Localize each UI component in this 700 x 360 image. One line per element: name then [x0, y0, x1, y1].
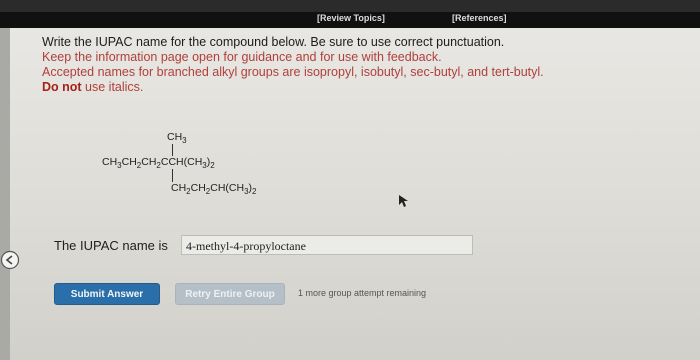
structure-bond-bottom: [172, 169, 173, 182]
instruction-rest: use italics.: [81, 80, 144, 94]
answer-label: The IUPAC name is: [54, 238, 168, 253]
instruction-bold: Do not: [42, 80, 82, 94]
submit-answer-button[interactable]: Submit Answer: [54, 283, 160, 305]
instruction-line-2: Keep the information page open for guida…: [42, 50, 442, 64]
mouse-pointer-icon: [399, 195, 408, 207]
structure-main-chain: CH3CH2CH2CCH(CH3)2: [102, 156, 215, 171]
retry-group-button[interactable]: Retry Entire Group: [175, 283, 285, 305]
structure-side-chain: CH2CH2CH(CH3)2: [171, 182, 257, 197]
instruction-line-3: Accepted names for branched alkyl groups…: [42, 65, 544, 79]
instruction-line-1: Write the IUPAC name for the compound be…: [42, 35, 505, 49]
instruction-line-4: Do not use italics.: [42, 80, 143, 94]
references-link[interactable]: [References]: [452, 13, 507, 23]
structure-methyl-group: CH3: [167, 131, 187, 146]
back-arrow-icon[interactable]: [0, 250, 20, 270]
attempts-remaining-text: 1 more group attempt remaining: [298, 288, 427, 298]
answer-input[interactable]: 4-methyl-4-propyloctane: [181, 235, 473, 255]
left-edge-strip: [0, 28, 10, 360]
review-topics-link[interactable]: [Review Topics]: [317, 13, 385, 23]
structure-bond-top: [172, 144, 173, 156]
